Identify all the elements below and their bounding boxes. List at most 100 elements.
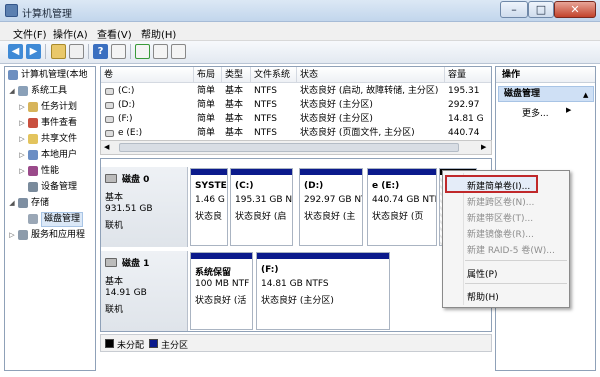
refresh-icon[interactable] — [135, 44, 150, 59]
primary-partition-bar — [191, 253, 252, 259]
tree-item-storage[interactable]: ◢ 存储 — [5, 195, 95, 211]
settings-icon[interactable] — [171, 44, 186, 59]
collapse-triangle-icon[interactable]: ◢ — [8, 195, 16, 211]
menu-new-spanned-volume[interactable]: 新建跨区卷(N)... — [467, 195, 534, 208]
column-header-capacity[interactable]: 容量 — [445, 67, 491, 83]
menu-new-striped-volume[interactable]: 新建带区卷(T)... — [467, 211, 533, 224]
column-header-layout[interactable]: 布局 — [194, 67, 222, 83]
disk-graphical-view: 磁盘 0 基本 931.51 GB 联机 SYSTE 1.46 G 状态良 (C… — [100, 158, 492, 332]
tree-item-services-apps[interactable]: ▷ 服务和应用程 — [5, 227, 95, 243]
show-hide-tree-icon[interactable] — [69, 44, 84, 59]
event-log-icon — [28, 118, 38, 128]
back-arrow-icon[interactable]: ◀ — [8, 44, 23, 59]
navigation-tree: 计算机管理(本地 ◢ 系统工具 ▷ 任务计划 ▷ 事件查看 ▷ 共享文件 ▷ 本… — [4, 66, 96, 371]
volume-icon — [105, 130, 114, 137]
volume-icon — [105, 102, 114, 109]
menu-new-raid5-volume[interactable]: 新建 RAID-5 卷(W)... — [467, 243, 555, 256]
minimize-button[interactable]: – — [500, 1, 528, 18]
maximize-button[interactable]: □ — [528, 1, 554, 18]
tree-item-shared-folders[interactable]: ▷ 共享文件 — [5, 131, 95, 147]
toolbar-divider — [130, 44, 131, 59]
tree-item-system-tools[interactable]: ◢ 系统工具 — [5, 83, 95, 99]
menu-new-simple-volume[interactable]: 新建简单卷(I)... — [467, 179, 530, 192]
expand-triangle-icon[interactable]: ▷ — [18, 131, 26, 147]
menu-separator — [465, 283, 567, 284]
disk-icon — [105, 258, 117, 267]
tree-item-task-scheduler[interactable]: ▷ 任务计划 — [5, 99, 95, 115]
column-header-volume[interactable]: 卷 — [101, 67, 194, 83]
menu-separator — [465, 260, 567, 261]
primary-partition-bar — [231, 169, 292, 175]
up-folder-icon[interactable] — [51, 44, 66, 59]
context-menu: 新建简单卷(I)... 新建跨区卷(N)... 新建带区卷(T)... 新建镜像… — [442, 170, 570, 308]
disk-icon — [105, 174, 117, 183]
toolbar — [0, 41, 600, 64]
expand-triangle-icon[interactable]: ▷ — [18, 163, 26, 179]
disk-0-header[interactable]: 磁盘 0 基本 931.51 GB 联机 — [101, 167, 188, 247]
performance-icon — [28, 166, 38, 176]
window-title: 计算机管理 — [22, 9, 72, 20]
computer-icon — [8, 70, 18, 80]
actions-header: 操作 — [496, 67, 595, 83]
partition-c[interactable]: (C:) 195.31 GB NTFS 状态良好 (启 — [230, 168, 293, 246]
shared-folder-icon — [28, 134, 38, 144]
export-list-icon[interactable] — [153, 44, 168, 59]
close-button[interactable]: ✕ — [554, 1, 596, 18]
expand-triangle-icon[interactable]: ▷ — [8, 227, 16, 243]
partition-system-reserved[interactable]: 系统保留 100 MB NTF 状态良好 (活 — [190, 252, 253, 330]
users-icon — [28, 150, 38, 160]
expand-triangle-icon[interactable]: ▷ — [18, 115, 26, 131]
expand-triangle-icon[interactable]: ▷ — [18, 99, 26, 115]
collapse-arrow-icon[interactable]: ▲ — [583, 88, 588, 102]
action-more[interactable]: 更多... ▶ — [522, 106, 571, 119]
column-header-type[interactable]: 类型 — [222, 67, 251, 83]
menu-view[interactable]: 查看(V) — [97, 26, 132, 41]
forward-arrow-icon[interactable]: ▶ — [26, 44, 41, 59]
menu-action[interactable]: 操作(A) — [53, 26, 88, 41]
scroll-right-icon[interactable]: ▶ — [481, 143, 486, 151]
primary-partition-bar — [368, 169, 436, 175]
expand-triangle-icon[interactable]: ▷ — [18, 147, 26, 163]
tree-item-event-viewer[interactable]: ▷ 事件查看 — [5, 115, 95, 131]
column-header-status[interactable]: 状态 — [297, 67, 445, 83]
scroll-left-icon[interactable]: ◀ — [104, 143, 109, 151]
partition-f[interactable]: (F:) 14.81 GB NTFS 状态良好 (主分区) — [256, 252, 390, 330]
storage-icon — [18, 198, 28, 208]
action-disk-management[interactable]: 磁盘管理 ▲ — [498, 86, 594, 102]
primary-partition-bar — [257, 253, 389, 259]
menu-help[interactable]: 帮助(H) — [141, 26, 176, 41]
menu-file[interactable]: 文件(F) — [13, 26, 47, 41]
toolbar-divider — [88, 44, 89, 59]
tree-item-performance[interactable]: ▷ 性能 — [5, 163, 95, 179]
primary-partition-bar — [191, 169, 227, 175]
tools-icon — [18, 86, 28, 96]
clock-icon — [28, 102, 38, 112]
menu-new-mirrored-volume[interactable]: 新建镜像卷(R)... — [467, 227, 534, 240]
volume-icon — [105, 116, 114, 123]
help-icon[interactable]: ? — [93, 44, 108, 59]
toolbar-divider — [45, 44, 46, 59]
column-header-filesystem[interactable]: 文件系统 — [251, 67, 297, 83]
horizontal-scrollbar[interactable]: ◀ ▶ — [100, 140, 492, 155]
properties-icon[interactable] — [111, 44, 126, 59]
device-manager-icon — [28, 182, 38, 192]
scrollbar-thumb[interactable] — [119, 143, 459, 152]
menu-help[interactable]: 帮助(H) — [467, 290, 499, 303]
tree-item-device-manager[interactable]: 设备管理 — [5, 179, 95, 195]
menu-properties[interactable]: 属性(P) — [467, 267, 497, 280]
tree-item-root[interactable]: 计算机管理(本地 — [5, 67, 95, 83]
tree-item-disk-management[interactable]: 磁盘管理 — [5, 211, 95, 227]
partition-e[interactable]: e (E:) 440.74 GB NTFS 状态良好 (页 — [367, 168, 437, 246]
disk-icon — [28, 214, 38, 224]
primary-partition-swatch — [149, 339, 158, 348]
computer-management-icon — [5, 4, 18, 17]
collapse-triangle-icon[interactable]: ◢ — [8, 83, 16, 99]
unallocated-swatch — [105, 339, 114, 348]
submenu-arrow-icon: ▶ — [566, 106, 572, 114]
services-icon — [18, 230, 28, 240]
volume-icon — [105, 88, 114, 95]
disk-1-header[interactable]: 磁盘 1 基本 14.91 GB 联机 — [101, 251, 188, 331]
partition-system[interactable]: SYSTE 1.46 G 状态良 — [190, 168, 228, 246]
tree-item-local-users[interactable]: ▷ 本地用户 — [5, 147, 95, 163]
partition-d[interactable]: (D:) 292.97 GB NTFS 状态良好 (主 — [299, 168, 363, 246]
